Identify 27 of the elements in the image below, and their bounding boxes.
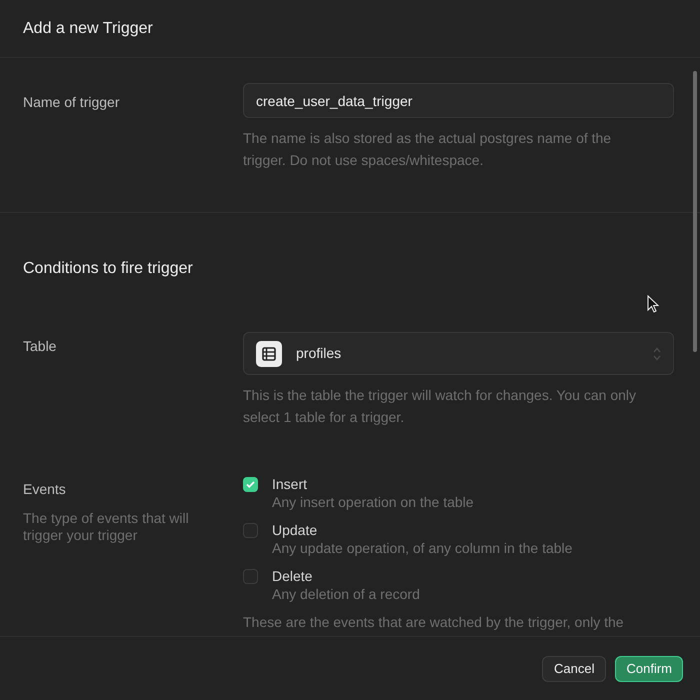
field-label: Name of trigger: [23, 94, 120, 110]
mouse-cursor-icon: [647, 295, 659, 313]
dialog-title: Add a new Trigger: [23, 18, 153, 38]
option-description: Any update operation, of any column in the table: [272, 539, 572, 557]
section-heading: Conditions to fire trigger: [23, 260, 193, 277]
checkbox[interactable]: [243, 569, 258, 584]
option-description: Any deletion of a record: [272, 585, 420, 603]
trigger-name-input[interactable]: create_user_data_trigger: [243, 83, 674, 118]
checkmark-icon: [246, 481, 255, 488]
help-text: These are the events that are watched by the trigger, only the: [243, 613, 624, 632]
field-label: Events: [23, 481, 66, 497]
option-label: Update: [272, 521, 318, 539]
checkbox[interactable]: [243, 523, 258, 538]
cancel-button[interactable]: Cancel: [542, 656, 606, 682]
scrollbar[interactable]: [693, 71, 697, 352]
help-text: The name is also stored as the actual postgres name of the trigger. Do not use spaces/whitespace.: [243, 129, 612, 170]
field-description: The type of events that will trigger your trigger: [23, 510, 190, 544]
help-text: This is the table the trigger will watch for changes. You can only select 1 table for a trigger.: [243, 386, 637, 427]
option-description: Any insert operation on the table: [272, 493, 474, 511]
checkbox[interactable]: [243, 477, 258, 492]
option-label: Insert: [272, 475, 308, 493]
chevron-up-down-icon: [653, 346, 661, 360]
field-label: Table: [23, 338, 56, 354]
option-label: Delete: [272, 567, 312, 585]
confirm-button[interactable]: Confirm: [615, 656, 683, 682]
table-icon: [256, 340, 282, 366]
table-select[interactable]: profiles: [243, 332, 674, 375]
